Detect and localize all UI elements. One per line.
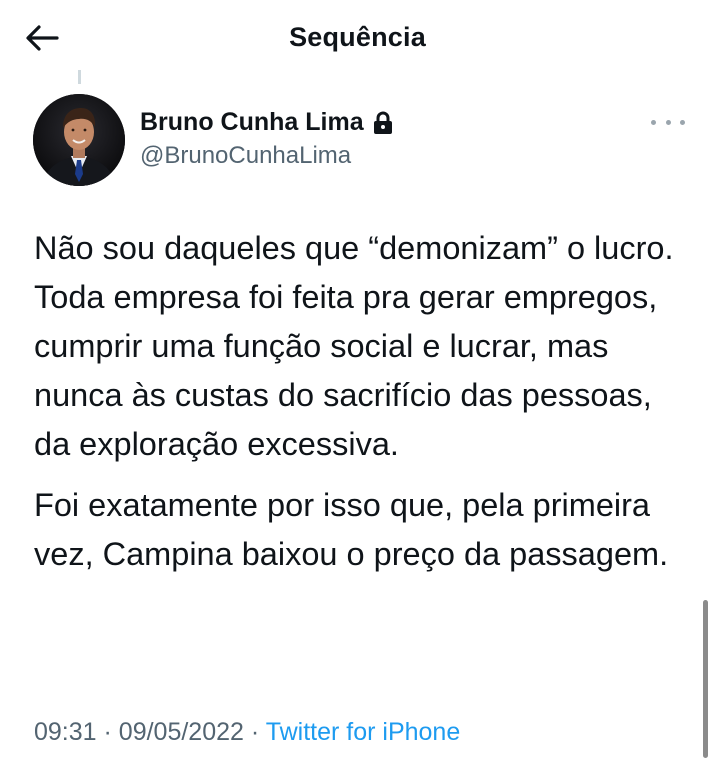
author-name: Bruno Cunha Lima: [140, 108, 364, 136]
meta-separator: ·: [250, 718, 260, 746]
tweet-date[interactable]: 09/05/2022: [119, 718, 244, 746]
tweet-meta: 09:31 · 09/05/2022 · Twitter for iPhone: [34, 718, 460, 747]
tweet-paragraph: Não sou daqueles que “demonizam” o lucro…: [34, 230, 674, 462]
header-bar: Sequência: [0, 0, 715, 76]
meta-separator: ·: [103, 718, 112, 746]
avatar[interactable]: [33, 94, 125, 186]
more-horizontal-icon: [651, 119, 656, 125]
author-handle[interactable]: @BrunoCunhaLima: [140, 142, 351, 170]
tweet-time[interactable]: 09:31: [34, 718, 97, 746]
tweet-thread-page: Sequência Bruno Cunha Lima @BrunoCunhaLi…: [0, 0, 715, 770]
tweet-source-link[interactable]: Twitter for iPhone: [266, 718, 461, 746]
avatar-photo: [33, 94, 125, 186]
thread-connector-line: [78, 70, 81, 84]
tweet-paragraph: Foi exatamente por isso que, pela primei…: [34, 487, 669, 572]
lock-icon: [373, 111, 392, 134]
more-dot: [665, 119, 671, 125]
more-dot: [680, 119, 685, 125]
tweet-text: Não sou daqueles que “demonizam” o lucro…: [34, 224, 684, 591]
scrollbar[interactable]: [703, 600, 708, 758]
page-title: Sequência: [289, 22, 426, 52]
author-name-row[interactable]: Bruno Cunha Lima: [140, 108, 394, 137]
more-options-button[interactable]: [651, 110, 685, 134]
